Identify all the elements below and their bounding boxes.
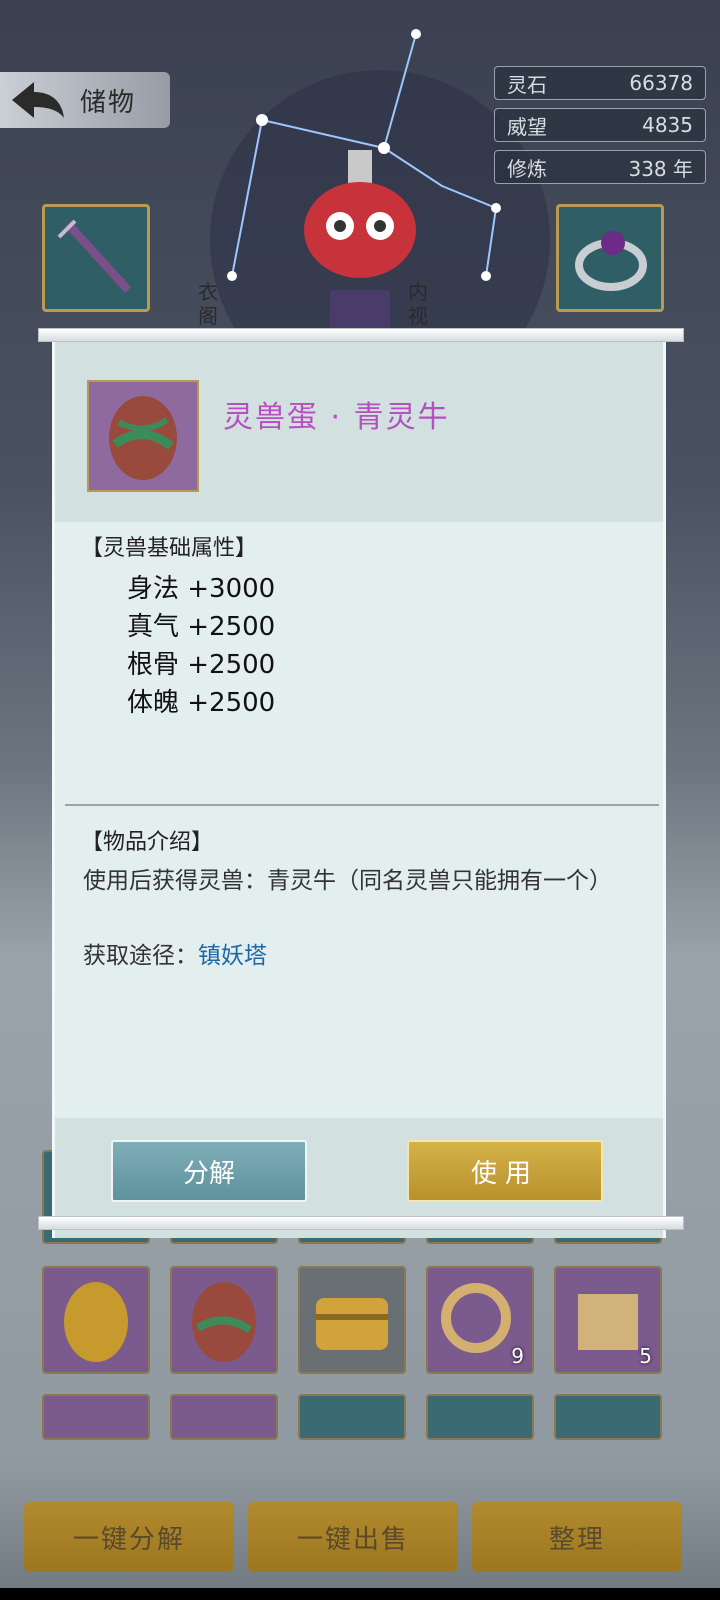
bag-slot[interactable] bbox=[42, 1394, 150, 1440]
bag-slot-chest[interactable] bbox=[298, 1266, 406, 1374]
item-name: 灵兽蛋 · 青灵牛 bbox=[223, 400, 450, 435]
bag-slot[interactable] bbox=[426, 1394, 534, 1440]
character-avatar[interactable] bbox=[300, 150, 420, 330]
attr-list: 身法 +3000 真气 +2500 根骨 +2500 体魄 +2500 bbox=[127, 570, 275, 722]
attr-row: 真气 +2500 bbox=[127, 612, 276, 642]
back-arrow-icon bbox=[12, 82, 64, 118]
bag-slot[interactable] bbox=[298, 1394, 406, 1440]
back-button[interactable]: 储物 bbox=[0, 72, 170, 128]
item-header: 灵兽蛋 · 青灵牛 bbox=[55, 342, 663, 522]
source-row: 获取途径：镇妖塔 bbox=[83, 936, 267, 970]
treasure-chest-icon bbox=[316, 1298, 388, 1350]
spirit-egg-icon bbox=[192, 1282, 256, 1362]
item-icon bbox=[87, 380, 199, 492]
item-detail-dialog: 灵兽蛋 · 青灵牛 【灵兽基础属性】 身法 +3000 真气 +2500 根骨 … bbox=[52, 342, 666, 1238]
scroll-rod-top bbox=[38, 328, 684, 342]
source-link[interactable]: 镇妖塔 bbox=[198, 943, 267, 969]
desc-section-title: 【物品介绍】 bbox=[81, 830, 214, 855]
equip-slot-ring[interactable] bbox=[556, 204, 664, 312]
inner-view-tag[interactable]: 内视 bbox=[406, 280, 430, 328]
equip-slot-weapon[interactable] bbox=[42, 204, 150, 312]
golden-egg-icon bbox=[64, 1282, 128, 1362]
ring-icon bbox=[575, 231, 647, 291]
stat-cultivation: 修炼 338 年 bbox=[494, 150, 706, 184]
decompose-all-button[interactable]: 一键分解 bbox=[24, 1502, 234, 1572]
nav-bar-strip bbox=[0, 1588, 720, 1600]
use-button[interactable]: 使用 bbox=[407, 1140, 603, 1202]
attr-section-title: 【灵兽基础属性】 bbox=[81, 536, 258, 561]
bag-slot[interactable] bbox=[554, 1394, 662, 1440]
sort-button[interactable]: 整理 bbox=[472, 1502, 682, 1572]
stat-prestige: 威望 4835 bbox=[494, 108, 706, 142]
resource-stats: 灵石 66378 威望 4835 修炼 338 年 bbox=[494, 66, 706, 192]
decompose-button[interactable]: 分解 bbox=[111, 1140, 307, 1202]
bag-slot-golden-egg[interactable] bbox=[42, 1266, 150, 1374]
sell-all-button[interactable]: 一键出售 bbox=[248, 1502, 458, 1572]
bag-slot[interactable] bbox=[170, 1394, 278, 1440]
wardrobe-tag[interactable]: 衣阁 bbox=[196, 280, 220, 328]
lion-mask-icon bbox=[304, 150, 416, 330]
stat-spirit-stone: 灵石 66378 bbox=[494, 66, 706, 100]
bag-slot-jade[interactable]: 9 bbox=[426, 1266, 534, 1374]
bag-slot-ox-egg[interactable] bbox=[170, 1266, 278, 1374]
spirit-egg-icon bbox=[109, 396, 177, 480]
divider bbox=[65, 804, 659, 806]
source-label: 获取途径： bbox=[83, 943, 198, 969]
attr-row: 身法 +3000 bbox=[127, 574, 276, 604]
bag-slot-scroll[interactable]: 5 bbox=[554, 1266, 662, 1374]
scroll-rod-bottom bbox=[38, 1216, 684, 1230]
page-title: 储物 bbox=[80, 87, 137, 118]
item-description: 使用后获得灵兽：青灵牛（同名灵兽只能拥有一个） bbox=[83, 868, 612, 894]
attr-row: 体魄 +2500 bbox=[127, 688, 276, 718]
sword-icon bbox=[57, 219, 131, 293]
attr-row: 根骨 +2500 bbox=[127, 650, 276, 680]
